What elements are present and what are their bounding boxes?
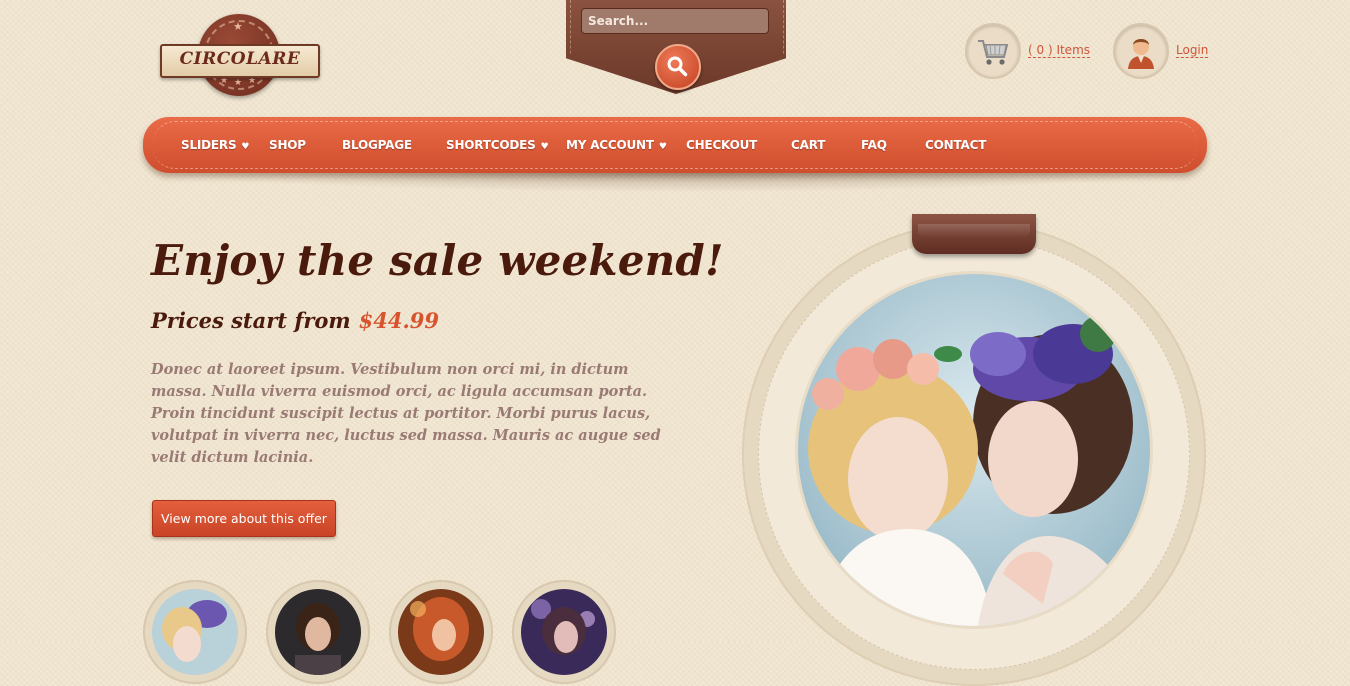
heart-caret-icon: ♥ — [540, 142, 549, 152]
logo-ribbon: CIRCOLARE — [160, 44, 320, 78]
hero-prices: Prices start from $44.99 — [151, 308, 439, 333]
nav-item-checkout[interactable]: CHECKOUT — [686, 117, 757, 173]
nav-item-blogpage[interactable]: BLOGPAGE — [342, 117, 412, 173]
nav-item-contact[interactable]: CONTACT — [925, 117, 986, 173]
view-offer-button[interactable]: View more about this offer — [152, 500, 336, 537]
nav-item-my-account[interactable]: MY ACCOUNT ♥ — [566, 117, 667, 173]
thumbnail-4[interactable] — [512, 580, 616, 684]
thumbnail-1[interactable] — [143, 580, 247, 684]
shopping-cart-icon — [978, 40, 1009, 65]
logo-text: CIRCOLARE — [179, 49, 301, 69]
nav-item-shortcodes[interactable]: SHORTCODES ♥ — [446, 117, 549, 173]
nav-item-cart[interactable]: CART — [791, 117, 825, 173]
hero-title: Enjoy the sale weekend! — [151, 236, 724, 285]
site-logo[interactable]: ★ ★ ★ ★ CIRCOLARE — [160, 14, 320, 100]
user-avatar-icon — [1128, 39, 1154, 69]
main-nav: SLIDERS ♥ SHOP BLOGPAGE SHORTCODES ♥ MY AC… — [143, 117, 1207, 173]
star-icon: ★ — [234, 78, 243, 88]
thumbnail-image — [521, 589, 607, 675]
nav-item-faq[interactable]: FAQ — [861, 117, 887, 173]
thumbnail-image — [275, 589, 361, 675]
thumbnail-image — [152, 589, 238, 675]
nav-item-shop[interactable]: SHOP — [269, 117, 306, 173]
hero-frame-tab — [912, 214, 1036, 254]
prices-label: Prices start from — [151, 308, 351, 333]
login-link[interactable]: Login — [1176, 43, 1209, 58]
price-value: $44.99 — [358, 308, 440, 333]
nav-item-sliders[interactable]: SLIDERS ♥ — [181, 117, 249, 173]
search-input[interactable] — [581, 8, 769, 34]
hero-image — [798, 274, 1150, 626]
login-avatar[interactable] — [1113, 23, 1169, 79]
nav-shadow — [156, 170, 1196, 192]
hero-description: Donec at laoreet ipsum. Vestibulum non o… — [151, 361, 661, 466]
hero-photo — [798, 274, 1150, 626]
cart-items-link[interactable]: ( 0 ) Items — [1028, 43, 1091, 58]
cart-button[interactable] — [965, 23, 1021, 79]
thumbnail-3[interactable] — [389, 580, 493, 684]
magnifier-icon — [667, 56, 688, 77]
heart-caret-icon: ♥ — [241, 142, 250, 152]
star-icon: ★ — [233, 20, 243, 33]
thumbnail-image — [398, 589, 484, 675]
thumbnail-2[interactable] — [266, 580, 370, 684]
search-button[interactable] — [655, 44, 701, 90]
search-panel — [566, 0, 786, 94]
heart-caret-icon: ♥ — [658, 142, 667, 152]
